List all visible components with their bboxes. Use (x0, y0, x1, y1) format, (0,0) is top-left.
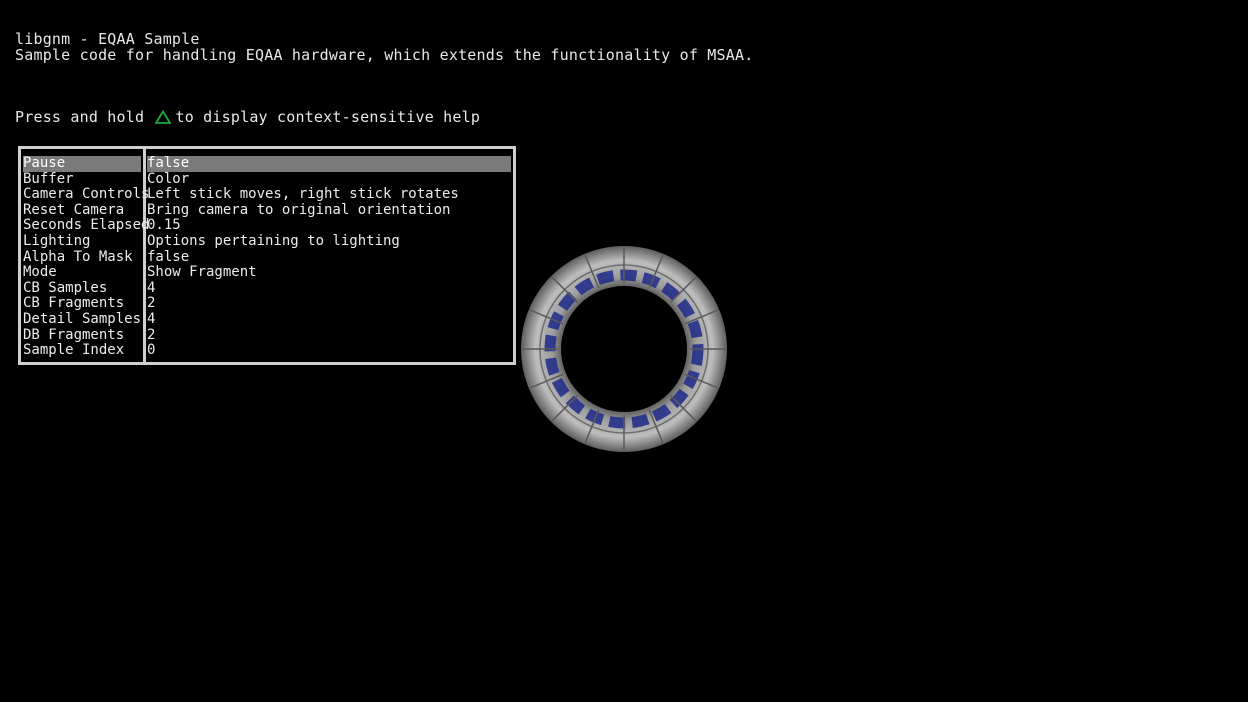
menu-item-value: 0 (147, 342, 156, 359)
menu-item-db-fragments[interactable]: DB Fragments 2 (21, 326, 513, 344)
menu-item-value: false (147, 248, 190, 265)
menu-item-value: 2 (147, 326, 156, 343)
menu-item-cb-fragments[interactable]: CB Fragments 2 (21, 296, 513, 312)
menu-item-sample-index[interactable]: Sample Index 0 (21, 343, 513, 359)
menu-item-label: Buffer (23, 170, 74, 187)
menu-item-label: Seconds Elapsed (23, 217, 150, 234)
menu-item-seconds-elapsed[interactable]: Seconds Elapsed 0.15 (21, 218, 513, 234)
menu-item-label: Detail Samples (23, 311, 142, 327)
menu-item-camera-controls[interactable]: Camera Controls Left stick moves, right s… (21, 187, 513, 203)
menu-item-label: CB Fragments (23, 295, 125, 312)
menu-item-label: Sample Index (23, 342, 125, 359)
debug-menu: Pause false Buffer Color Camera Controls Left… (18, 146, 516, 365)
menu-item-mode[interactable]: Mode Show Fragment (21, 265, 513, 281)
torus-hole (561, 286, 687, 412)
triangle-button-icon (155, 110, 172, 124)
menu-item-label: CB Samples (23, 279, 108, 296)
help-suffix: to display context-sensitive help (175, 108, 481, 126)
menu-item-value: Show Fragment (147, 264, 257, 281)
menu-item-label: DB Fragments (23, 326, 125, 343)
menu-item-label: Alpha To Mask (23, 248, 133, 265)
menu-item-buffer[interactable]: Buffer Color (21, 170, 513, 188)
app-title: libgnm - EQAA Sample (15, 30, 200, 48)
menu-item-value: 0.15 (147, 217, 181, 234)
menu-item-label: Reset Camera (23, 201, 125, 218)
menu-item-value: 4 (147, 311, 156, 327)
menu-item-label: Pause (23, 155, 141, 172)
help-hint: Press and hold to display context-sensit… (15, 109, 480, 125)
menu-item-cb-samples[interactable]: CB Samples 4 (21, 279, 513, 297)
menu-item-reset-camera[interactable]: Reset Camera Bring camera to original ori… (21, 201, 513, 219)
menu-item-value: Left stick moves, right stick rotates (147, 186, 459, 203)
menu-item-lighting[interactable]: Lighting Options pertaining to lighting (21, 233, 513, 250)
menu-item-value: Options pertaining to lighting (147, 233, 400, 249)
menu-item-label: Lighting (23, 233, 91, 249)
menu-item-value: Color (147, 170, 190, 187)
menu-item-value: 4 (147, 279, 156, 296)
menu-item-alpha-to-mask[interactable]: Alpha To Mask false (21, 248, 513, 266)
menu-item-value: 2 (147, 295, 156, 312)
help-prefix: Press and hold (15, 108, 145, 126)
menu-item-value: false (147, 155, 511, 172)
menu-item-label: Mode (23, 264, 57, 281)
menu-item-value: Bring camera to original orientation (147, 201, 451, 218)
app-subtitle: Sample code for handling EQAA hardware, … (15, 46, 754, 64)
menu-item-pause[interactable]: Pause false (21, 155, 513, 172)
menu-item-label: Camera Controls (23, 186, 150, 203)
menu-item-detail-samples[interactable]: Detail Samples 4 (21, 311, 513, 328)
torus-viewport (521, 246, 727, 452)
rendered-torus (518, 243, 730, 455)
